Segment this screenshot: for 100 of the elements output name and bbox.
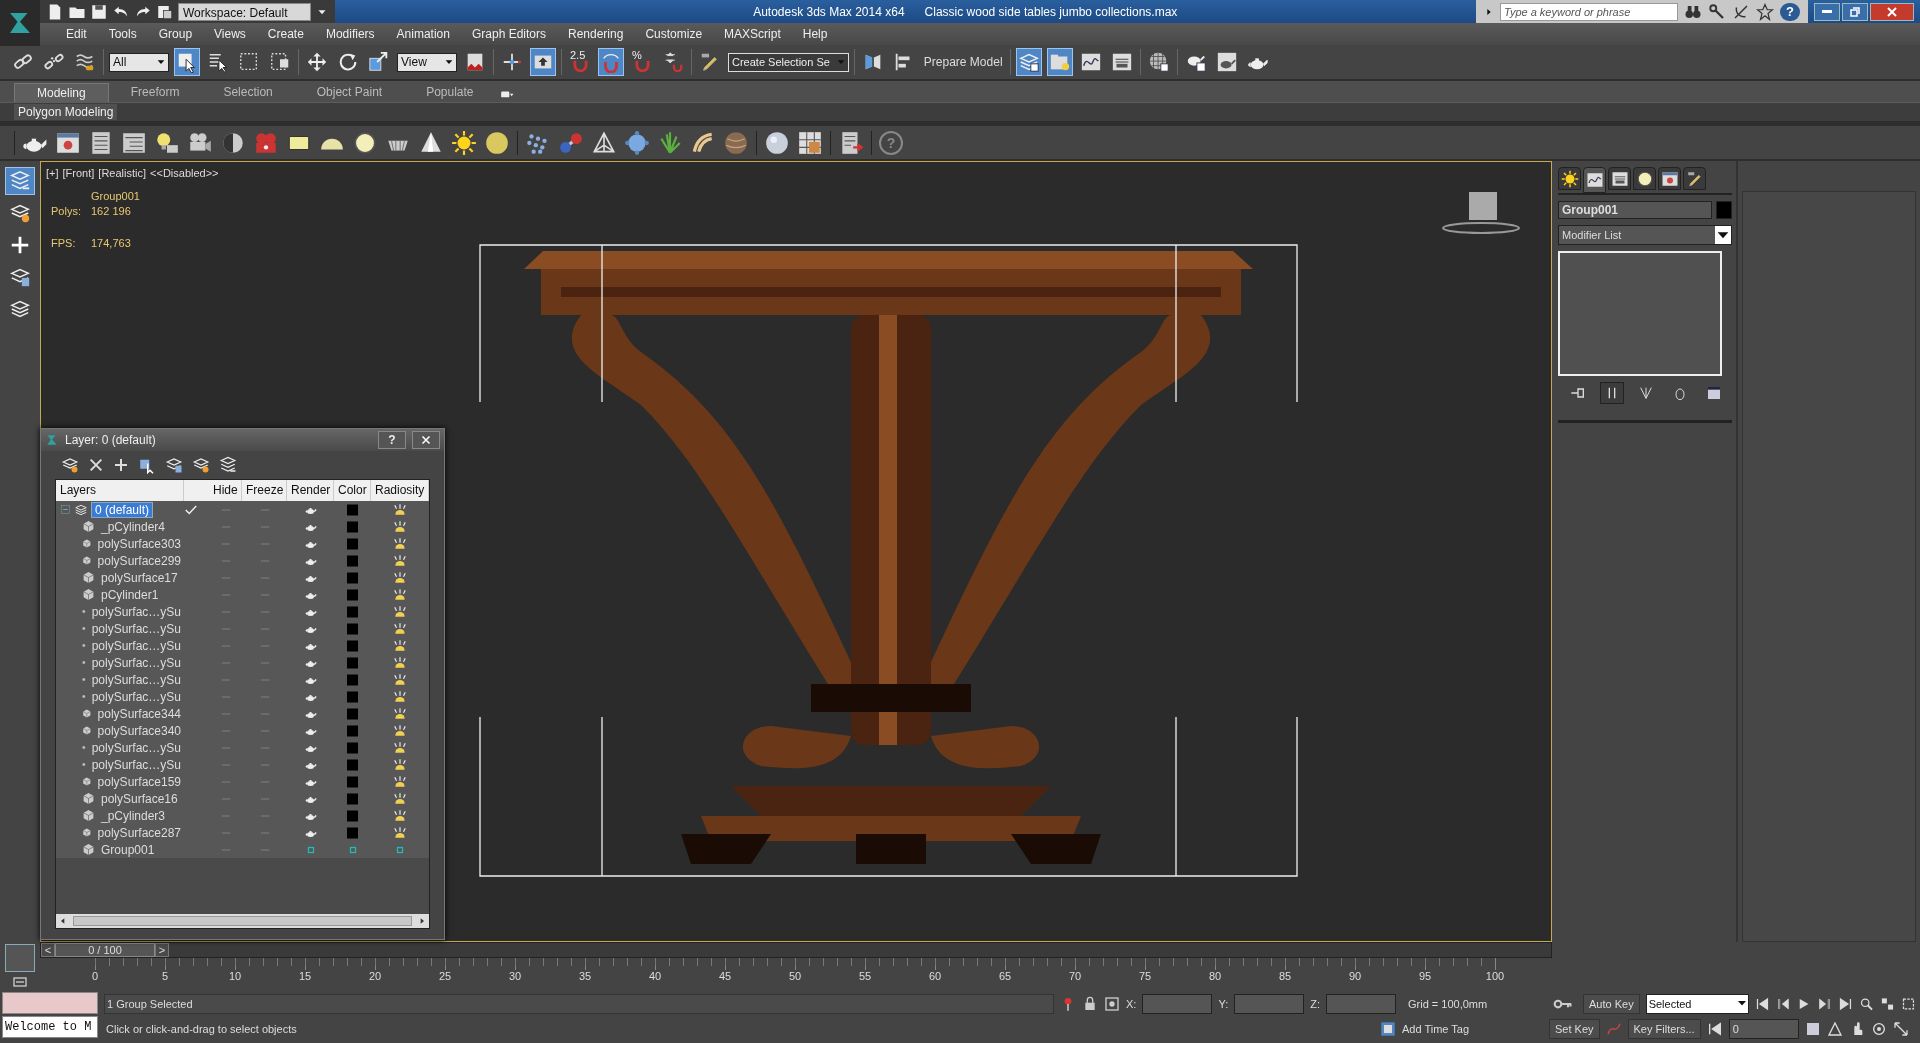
menu-item[interactable]: Help xyxy=(791,27,839,41)
viewport-menu[interactable]: [Front] xyxy=(62,167,95,179)
menu-item[interactable]: Create xyxy=(256,27,315,41)
menu-item[interactable]: Customize xyxy=(634,27,714,41)
stats-value: 162 196 xyxy=(91,205,132,217)
ribbon-tab[interactable]: Modeling xyxy=(14,83,109,103)
object-name[interactable]: polySurface159 xyxy=(94,774,184,789)
column-header[interactable]: Color xyxy=(334,480,371,501)
key-mode-dropdown[interactable]: Selected xyxy=(1645,994,1749,1014)
modifier-list-dropdown[interactable]: Modifier List xyxy=(1558,225,1732,245)
object-name[interactable]: polySurfac…ySu xyxy=(88,604,184,619)
column-header[interactable]: Render xyxy=(287,480,334,501)
object-name[interactable]: pCylinder1 xyxy=(98,587,162,602)
track-bar[interactable]: 0 5 10 15 20 25 30 35 40 45 50 55 60 65 70 75 80 85 90 95 100 xyxy=(40,958,1920,989)
object-name[interactable]: polySurfac…ySu xyxy=(88,655,184,670)
viewport-menu[interactable]: [Realistic] xyxy=(98,167,147,179)
frame-label: 20 xyxy=(368,970,382,982)
dropdown[interactable]: View xyxy=(397,52,457,72)
menu-item[interactable]: Tools xyxy=(97,27,148,41)
object-name[interactable]: polySurfac…ySu xyxy=(88,757,184,772)
column-header[interactable]: Radiosity xyxy=(371,480,430,501)
layer-name[interactable]: 0 (default) xyxy=(91,501,154,518)
object-name[interactable]: _pCylinder4 xyxy=(98,519,169,534)
object-name-field[interactable]: Group001 xyxy=(1558,201,1712,219)
object-name[interactable]: polySurface17 xyxy=(98,570,181,585)
menu-item[interactable]: Edit xyxy=(55,27,98,41)
column-header[interactable]: Hide xyxy=(209,480,242,501)
object-name[interactable]: polySurface303 xyxy=(94,536,184,551)
coordinate-label: Z: xyxy=(1310,998,1320,1010)
menu-item[interactable]: Group xyxy=(147,27,204,41)
snap-toggle-button[interactable]: 2.5 xyxy=(567,48,593,77)
frame-label: 100 xyxy=(1485,970,1505,982)
menu-item[interactable]: Views xyxy=(203,27,257,41)
object-name[interactable]: polySurface16 xyxy=(98,791,181,806)
frame-label: 85 xyxy=(1278,970,1292,982)
frame-field[interactable]: 0 xyxy=(1728,1019,1799,1039)
workspace-dropdown[interactable]: Workspace: Default xyxy=(178,2,311,21)
frame-label: 70 xyxy=(1068,970,1082,982)
frame-label: 60 xyxy=(928,970,942,982)
menu-item[interactable]: Rendering xyxy=(557,27,635,41)
dropdown[interactable]: All xyxy=(109,52,169,72)
frame-label: 90 xyxy=(1348,970,1362,982)
object-name[interactable]: polySurfac…ySu xyxy=(88,621,184,636)
object-name[interactable]: polySurfac…ySu xyxy=(88,672,184,687)
object-name[interactable]: polySurfac…ySu xyxy=(88,638,184,653)
search-field[interactable]: Type a keyword or phrase xyxy=(1500,2,1678,21)
menu-item[interactable]: Animation xyxy=(385,27,461,41)
prepare-model-button[interactable]: Prepare Model xyxy=(921,55,1005,70)
frame-label: 35 xyxy=(578,970,592,982)
object-name[interactable]: polySurface340 xyxy=(94,723,184,738)
column-header[interactable]: Freeze xyxy=(242,480,287,501)
frame-label: 15 xyxy=(298,970,312,982)
frame-label: 50 xyxy=(788,970,802,982)
stats-value: 174,763 xyxy=(91,237,132,249)
frame-label: 45 xyxy=(718,970,732,982)
ribbon-tab[interactable]: Populate xyxy=(404,83,496,103)
frame-label: 80 xyxy=(1208,970,1222,982)
add-time-tag[interactable]: Add Time Tag xyxy=(1402,1023,1470,1035)
coordinate-label: Y: xyxy=(1218,998,1229,1010)
ribbon-tab[interactable]: Freeform xyxy=(108,83,202,103)
stats-label: Polys: xyxy=(51,205,82,217)
dialog-title: Layer: 0 (default) xyxy=(65,433,157,447)
menu-item[interactable]: MAXScript xyxy=(713,27,792,41)
key-filters-button[interactable]: Key Filters... xyxy=(1627,1019,1701,1039)
auto-key-button[interactable]: Auto Key xyxy=(1583,994,1640,1014)
frame-label: 30 xyxy=(508,970,522,982)
viewport-menu[interactable]: <<Disabled>> xyxy=(150,167,219,179)
frame-label: 5 xyxy=(161,970,169,982)
file-name: Classic wood side tables jumbo collections.max xyxy=(924,4,1178,19)
object-name[interactable]: polySurface299 xyxy=(94,553,184,568)
frame-label: 25 xyxy=(438,970,452,982)
dropdown[interactable]: Create Selection Se xyxy=(728,52,849,72)
column-header[interactable]: Layers xyxy=(56,480,184,501)
ribbon-panel-label: Polygon Modeling xyxy=(14,104,118,121)
selection-status: 1 Group Selected xyxy=(104,994,1054,1014)
object-name[interactable]: polySurfac…ySu xyxy=(88,689,184,704)
viewport-menu[interactable]: [+] xyxy=(46,167,59,179)
object-name[interactable]: Group001 xyxy=(98,842,158,857)
object-name[interactable]: polySurfac…ySu xyxy=(88,740,184,755)
help-button[interactable]: ? xyxy=(1780,2,1800,21)
object-name[interactable]: _pCylinder3 xyxy=(98,808,169,823)
listener-output[interactable]: Welcome to M xyxy=(2,1016,98,1038)
ribbon-tab[interactable]: Object Paint xyxy=(294,83,405,103)
previous-frame-button[interactable]: < xyxy=(41,943,55,957)
frame-label: 95 xyxy=(1418,970,1432,982)
frame-label: 40 xyxy=(648,970,662,982)
menu-item[interactable]: Modifiers xyxy=(314,27,386,41)
coordinate-label: X: xyxy=(1126,998,1137,1010)
set-key-button[interactable]: Set Key xyxy=(1549,1019,1600,1039)
percent-snap-button[interactable]: % xyxy=(629,48,655,77)
app-title: Autodesk 3ds Max 2014 x64 xyxy=(753,4,905,19)
time-slider-thumb[interactable]: 0 / 100 xyxy=(55,943,155,957)
menu-item[interactable]: Graph Editors xyxy=(460,27,557,41)
frame-label: 75 xyxy=(1138,970,1152,982)
help-button[interactable]: ? xyxy=(378,431,406,449)
object-name[interactable]: polySurface287 xyxy=(94,825,184,840)
prompt-text: Click or click-and-drag to select objects xyxy=(105,1023,298,1035)
ribbon-tab[interactable]: Selection xyxy=(201,83,295,103)
next-frame-button[interactable]: > xyxy=(155,943,169,957)
object-name[interactable]: polySurface344 xyxy=(94,706,184,721)
